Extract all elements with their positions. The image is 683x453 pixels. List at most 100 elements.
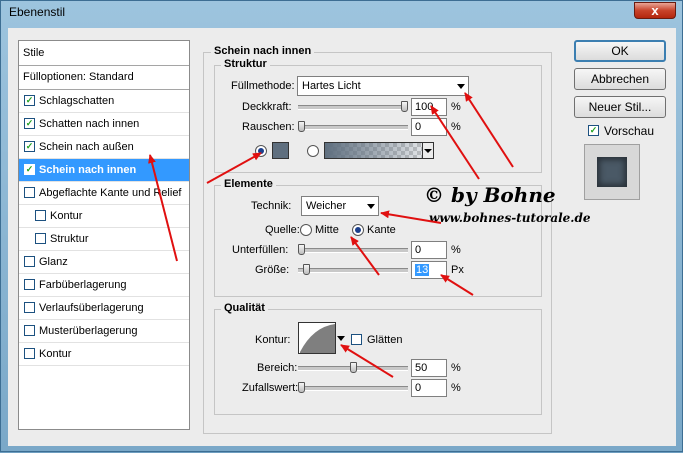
style-checkbox[interactable]: ✓ [24, 118, 35, 129]
chevron-down-icon [457, 84, 465, 89]
jitter-slider-thumb[interactable] [298, 382, 305, 393]
style-checkbox[interactable]: ✓ [24, 164, 35, 175]
fill-options-item[interactable]: Fülloptionen: Standard [19, 66, 189, 90]
layer-style-window: Ebenenstil x Stile Fülloptionen: Standar… [0, 0, 683, 452]
qualitaet-group: Qualität Kontur: Glätten Bereich: 50 % Z… [214, 302, 542, 415]
source-center-radio[interactable] [300, 224, 312, 236]
technique-value: Weicher [306, 200, 347, 212]
struktur-legend: Struktur [221, 58, 270, 70]
choke-slider-thumb[interactable] [298, 244, 305, 255]
style-checkbox[interactable] [24, 279, 35, 290]
style-item-label: Schein nach innen [39, 164, 137, 176]
opacity-input[interactable]: 100 [411, 98, 447, 116]
range-input[interactable]: 50 [411, 359, 447, 377]
size-label: Größe: [255, 264, 290, 276]
style-item-label: Kontur [50, 210, 83, 222]
technique-select[interactable]: Weicher [301, 196, 379, 216]
noise-unit: % [451, 121, 461, 133]
source-center-label[interactable]: Mitte [315, 224, 339, 236]
style-item[interactable]: Farbüberlagerung [19, 274, 189, 297]
style-item-label: Verlaufsüberlagerung [39, 302, 144, 314]
style-checkbox[interactable] [24, 187, 35, 198]
style-item[interactable]: ✓ Schein nach innen [19, 159, 189, 182]
source-edge-label[interactable]: Kante [367, 224, 396, 236]
noise-slider-thumb[interactable] [298, 121, 305, 132]
style-item[interactable]: Kontur [19, 205, 189, 228]
ok-button[interactable]: OK [574, 40, 666, 62]
style-item[interactable]: Verlaufsüberlagerung [19, 297, 189, 320]
antialias-checkbox[interactable] [351, 334, 362, 345]
style-item[interactable]: ✓ Schein nach außen [19, 136, 189, 159]
opacity-slider-thumb[interactable] [401, 101, 408, 112]
opacity-unit: % [451, 101, 461, 113]
style-checkbox[interactable]: ✓ [24, 95, 35, 106]
noise-input[interactable]: 0 [411, 118, 447, 136]
gradient-picker[interactable] [324, 142, 434, 159]
noise-slider[interactable] [298, 121, 408, 132]
close-button[interactable]: x [634, 2, 676, 19]
contour-curve-icon [300, 324, 335, 353]
preview-label[interactable]: Vorschau [604, 124, 654, 138]
styles-header[interactable]: Stile [19, 41, 189, 66]
watermark-url: www.bohnes-tutorale.de [429, 211, 591, 225]
style-item[interactable]: Abgeflachte Kante und Relief [19, 182, 189, 205]
style-item[interactable]: ✓ Schatten nach innen [19, 113, 189, 136]
style-item[interactable]: Glanz [19, 251, 189, 274]
style-items: ✓ Schlagschatten ✓ Schatten nach innen ✓ Sche… [19, 90, 189, 366]
style-item-label: Kontur [39, 348, 72, 360]
style-checkbox[interactable] [24, 302, 35, 313]
source-label: Quelle: [265, 224, 300, 236]
style-checkbox[interactable]: ✓ [24, 141, 35, 152]
noise-label: Rauschen: [242, 121, 295, 133]
size-unit: Px [451, 264, 464, 276]
chevron-down-icon[interactable] [422, 143, 433, 158]
jitter-input[interactable]: 0 [411, 379, 447, 397]
contour-label: Kontur: [255, 334, 291, 346]
range-slider[interactable] [298, 362, 408, 373]
style-item-label: Schein nach außen [39, 141, 134, 153]
preview-checkbox[interactable]: ✓ [588, 125, 599, 136]
style-checkbox[interactable] [35, 233, 46, 244]
source-edge-radio[interactable] [352, 224, 364, 236]
blend-mode-label: Füllmethode: [231, 80, 295, 92]
style-item[interactable]: Kontur [19, 343, 189, 366]
style-checkbox[interactable] [35, 210, 46, 221]
range-label: Bereich: [257, 362, 298, 374]
style-checkbox[interactable] [24, 256, 35, 267]
choke-label: Unterfüllen: [232, 244, 289, 256]
style-item[interactable]: ✓ Schlagschatten [19, 90, 189, 113]
choke-slider[interactable] [298, 244, 408, 255]
jitter-slider[interactable] [298, 382, 408, 393]
style-item[interactable]: Musterüberlagerung [19, 320, 189, 343]
style-checkbox[interactable] [24, 348, 35, 359]
dialog-client: Stile Fülloptionen: Standard ✓ Schlagscha… [8, 28, 676, 446]
size-slider[interactable] [298, 264, 408, 275]
style-item-label: Struktur [50, 233, 89, 245]
elemente-legend: Elemente [221, 178, 276, 190]
glow-color-swatch[interactable] [272, 142, 289, 159]
gradient-mode-radio[interactable] [307, 145, 319, 157]
style-item-label: Farbüberlagerung [39, 279, 127, 291]
size-value: 13 [415, 264, 430, 276]
new-style-button[interactable]: Neuer Stil... [574, 96, 666, 118]
style-item-label: Schatten nach innen [39, 118, 140, 130]
inner-glow-panel: Schein nach innen Struktur Füllmethode: … [203, 45, 552, 434]
contour-picker[interactable] [298, 322, 336, 354]
choke-input[interactable]: 0 [411, 241, 447, 259]
struktur-group: Struktur Füllmethode: Hartes Licht Deckk… [214, 58, 542, 173]
chevron-down-icon[interactable] [337, 336, 345, 341]
range-unit: % [451, 362, 461, 374]
style-item-label: Schlagschatten [39, 95, 115, 107]
cancel-button[interactable]: Abbrechen [574, 68, 666, 90]
title-bar[interactable]: Ebenenstil x [1, 1, 682, 23]
style-item[interactable]: Struktur [19, 228, 189, 251]
size-slider-thumb[interactable] [303, 264, 311, 275]
color-mode-radio[interactable] [255, 145, 267, 157]
range-slider-thumb[interactable] [349, 362, 357, 373]
blend-mode-value: Hartes Licht [302, 80, 361, 92]
antialias-label[interactable]: Glätten [367, 334, 402, 346]
style-checkbox[interactable] [24, 325, 35, 336]
size-input[interactable]: 13 [411, 261, 447, 279]
opacity-slider[interactable] [298, 101, 408, 112]
blend-mode-select[interactable]: Hartes Licht [297, 76, 469, 96]
